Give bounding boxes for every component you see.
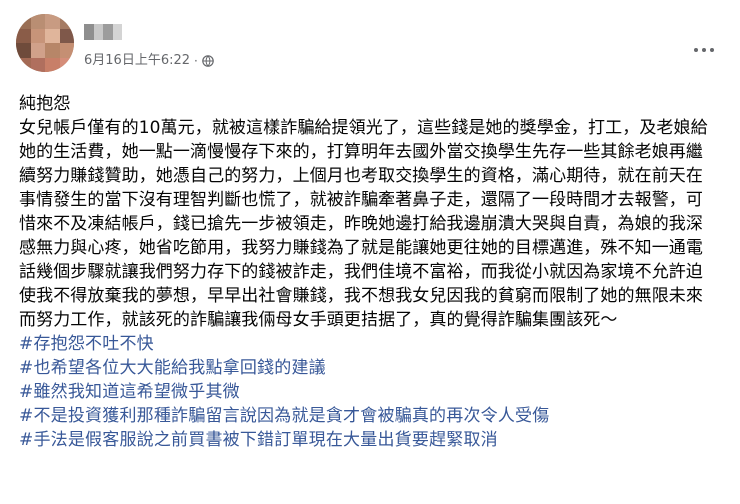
hashtag-link[interactable]: #也希望各位大大能給我點拿回錢的建議	[19, 356, 719, 380]
post-meta: 6月16日上午6:22 ·	[84, 52, 214, 70]
hashtag-link[interactable]: #存抱怨不吐不快	[19, 332, 719, 356]
post-content: 純抱怨 女兒帳戶僅有的10萬元，就被這樣詐騙給提領光了，這些錢是她的獎學金，打工…	[19, 92, 719, 452]
author-name-redacted[interactable]	[84, 24, 122, 40]
meta-separator: ·	[194, 54, 198, 68]
post-date[interactable]: 6月16日上午6:22	[84, 52, 190, 70]
hashtag-link[interactable]: #不是投資獲利那種詐騙留言說因為就是貪才會被騙真的再次令人受傷	[19, 404, 719, 428]
post-body: 女兒帳戶僅有的10萬元，就被這樣詐騙給提領光了，這些錢是她的獎學金，打工，及老娘…	[19, 118, 708, 330]
more-options-icon[interactable]	[692, 40, 716, 60]
post-header: 6月16日上午6:22 ·	[0, 0, 740, 80]
globe-icon[interactable]	[202, 55, 214, 67]
hashtag-list: #存抱怨不吐不快 #也希望各位大大能給我點拿回錢的建議 #雖然我知道這希望微乎其…	[19, 332, 719, 452]
post-title: 純抱怨	[19, 94, 71, 114]
hashtag-link[interactable]: #手法是假客服說之前買書被下錯訂單現在大量出貨要趕緊取消	[19, 428, 719, 452]
hashtag-link[interactable]: #雖然我知道這希望微乎其微	[19, 380, 719, 404]
avatar[interactable]	[16, 14, 74, 72]
facebook-post-card: 6月16日上午6:22 · 純抱怨 女兒帳戶僅有的10萬元，就被這樣詐騙給提領光…	[0, 0, 740, 504]
